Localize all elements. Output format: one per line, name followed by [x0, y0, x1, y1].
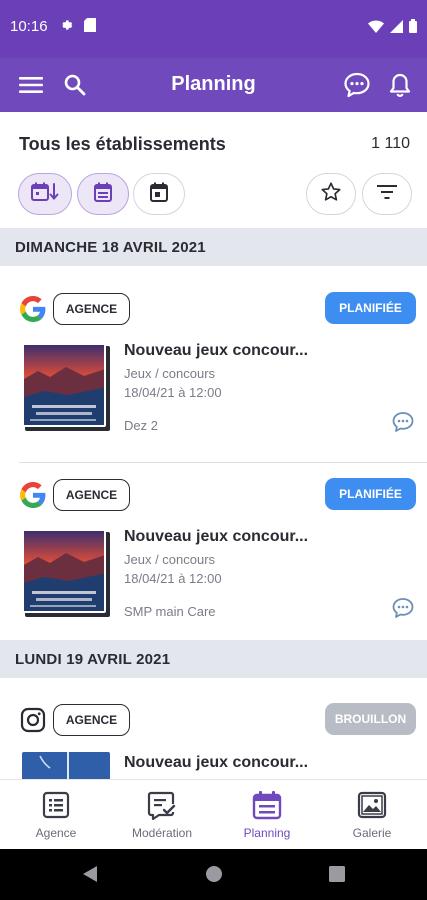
- status-badge: PLANIFIÉE: [325, 292, 416, 324]
- post-category: Jeux / concours: [124, 366, 216, 381]
- post-count: 1 110: [371, 135, 410, 152]
- battery-icon: [409, 19, 417, 38]
- agency-badge: AGENCE: [53, 704, 130, 736]
- post-card[interactable]: AGENCE PLANIFIÉE Nouveau jeux concour...…: [0, 452, 427, 632]
- sd-card-icon: [84, 18, 96, 37]
- post-author: SMP main Care: [124, 604, 216, 619]
- calendar-list-chip[interactable]: [77, 173, 129, 215]
- comment-icon[interactable]: [391, 411, 415, 433]
- image-icon: [357, 790, 387, 820]
- calendar-sort-icon: [30, 181, 60, 208]
- system-navigation-bar: [0, 849, 427, 900]
- filter-chip[interactable]: [362, 173, 412, 215]
- date-header-label: LUNDI 19 AVRIL 2021: [15, 651, 171, 668]
- recents-icon[interactable]: [329, 866, 345, 887]
- nav-label: Galerie: [352, 826, 392, 840]
- post-datetime: 18/04/21 à 12:00: [124, 571, 222, 586]
- nav-item-galerie[interactable]: Galerie: [319, 780, 425, 850]
- filter-header: Tous les établissements 1 110: [0, 112, 427, 228]
- instagram-icon: [20, 707, 46, 733]
- google-icon: [19, 296, 46, 322]
- favorites-chip[interactable]: [306, 173, 356, 215]
- nav-item-planning[interactable]: Planning: [214, 780, 320, 850]
- post-card[interactable]: AGENCE BROUILLON Nouveau jeux concour...: [0, 677, 427, 779]
- post-thumbnail[interactable]: [22, 529, 110, 617]
- chat-icon[interactable]: [342, 70, 372, 100]
- bell-icon[interactable]: [385, 70, 415, 100]
- date-header-label: DIMANCHE 18 AVRIL 2021: [15, 239, 206, 256]
- moderation-icon: [147, 790, 177, 821]
- comment-icon[interactable]: [391, 597, 415, 619]
- list-icon: [41, 790, 71, 820]
- post-title: Nouveau jeux concour...: [124, 528, 309, 545]
- google-icon: [19, 482, 46, 508]
- calendar-day-chip[interactable]: [133, 173, 185, 215]
- nav-item-moderation[interactable]: Modération: [109, 780, 215, 850]
- nav-item-agence[interactable]: Agence: [3, 780, 109, 850]
- establishments-selector[interactable]: Tous les établissements: [19, 134, 226, 155]
- post-thumbnail[interactable]: [22, 752, 110, 779]
- date-header: DIMANCHE 18 AVRIL 2021: [0, 228, 427, 266]
- post-title: Nouveau jeux concour...: [124, 342, 309, 359]
- status-bar: 10:16: [0, 0, 427, 58]
- agency-badge: AGENCE: [53, 479, 130, 511]
- calendar-sort-chip[interactable]: [18, 173, 72, 215]
- calendar-icon: [252, 790, 282, 820]
- post-card[interactable]: AGENCE PLANIFIÉE Nouveau jeux concour...…: [0, 266, 427, 446]
- wifi-icon: [368, 19, 384, 38]
- post-author: Dez 2: [124, 418, 158, 433]
- agency-badge: AGENCE: [53, 293, 130, 325]
- status-badge: BROUILLON: [325, 703, 416, 735]
- status-time: 10:16: [10, 18, 48, 35]
- settings-gear-icon: [60, 18, 74, 37]
- post-category: Jeux / concours: [124, 552, 216, 567]
- back-icon[interactable]: [82, 865, 98, 888]
- cell-signal-icon: [390, 19, 403, 38]
- nav-label: Planning: [243, 826, 291, 840]
- date-header: LUNDI 19 AVRIL 2021: [0, 640, 427, 678]
- calendar-day-icon: [149, 181, 169, 208]
- star-icon: [320, 181, 342, 208]
- post-thumbnail[interactable]: [22, 343, 110, 431]
- filter-icon: [376, 183, 398, 206]
- status-badge: PLANIFIÉE: [325, 478, 416, 510]
- post-datetime: 18/04/21 à 12:00: [124, 385, 222, 400]
- post-title: Nouveau jeux concour...: [124, 754, 309, 771]
- nav-label: Modération: [131, 826, 193, 840]
- nav-label: Agence: [35, 826, 77, 840]
- bottom-navigation: Agence Modération Planning Galerie: [0, 779, 427, 849]
- planning-feed[interactable]: DIMANCHE 18 AVRIL 2021 AGENCE PLANIFIÉE …: [0, 228, 427, 779]
- calendar-list-icon: [93, 181, 113, 208]
- app-bar: Planning: [0, 58, 427, 112]
- home-icon[interactable]: [205, 865, 223, 888]
